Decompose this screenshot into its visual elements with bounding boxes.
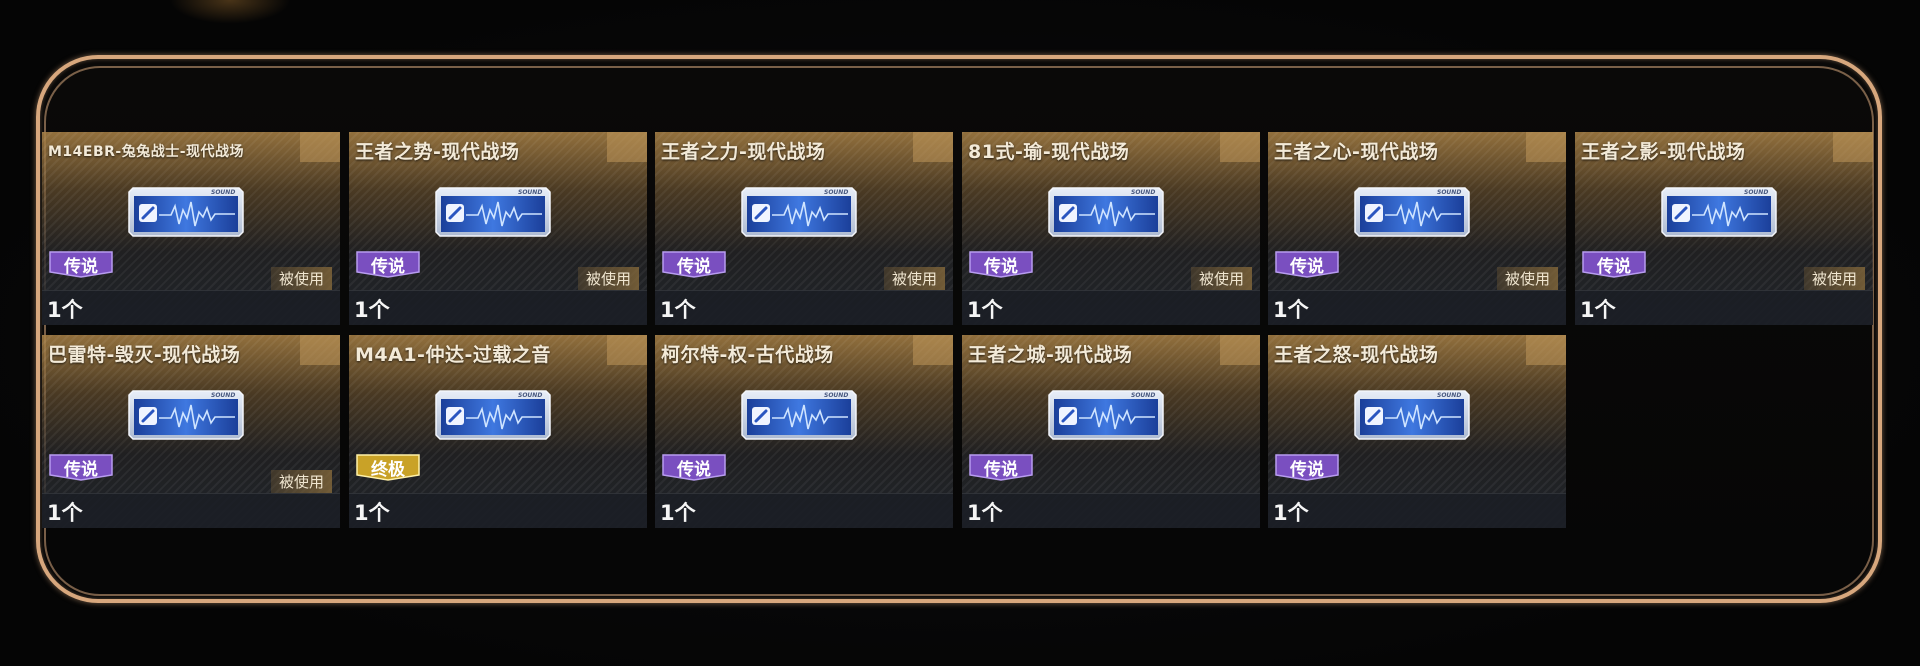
count-bar: 1个 [1575, 290, 1873, 325]
svg-text:SOUND: SOUND [1437, 189, 1461, 196]
status-tag: 被使用 [1496, 267, 1558, 290]
item-count: 1个 [967, 501, 1003, 525]
sound-ticket-icon: SOUND [1354, 390, 1470, 440]
count-bar: 1个 [655, 493, 953, 528]
item-count: 1个 [47, 501, 83, 525]
item-title: 巴雷特-毁灭-现代战场 [48, 344, 241, 366]
card-corner-tab [1220, 132, 1260, 162]
svg-text:SOUND: SOUND [518, 392, 542, 399]
svg-text:SOUND: SOUND [518, 189, 542, 196]
sound-ticket-icon: SOUND [1354, 187, 1470, 237]
sound-ticket-icon: SOUND [741, 390, 857, 440]
item-card-11[interactable]: 王者之怒-现代战场 SOUND 传说 1个 [1268, 335, 1566, 528]
card-corner-tab [300, 132, 340, 162]
rarity-label: 传说 [64, 460, 98, 480]
item-title: 王者之城-现代战场 [968, 344, 1133, 366]
item-card-7[interactable]: 巴雷特-毁灭-现代战场 SOUND 传说 被使用 1个 [42, 335, 340, 528]
item-count: 1个 [660, 298, 696, 322]
item-card-6[interactable]: 王者之影-现代战场 SOUND 传说 被使用 1个 [1575, 132, 1873, 325]
item-count: 1个 [354, 298, 390, 322]
sound-ticket-icon: SOUND [1048, 187, 1164, 237]
item-card-5[interactable]: 王者之心-现代战场 SOUND 传说 被使用 1个 [1268, 132, 1566, 325]
card-corner-tab [1833, 132, 1873, 162]
item-count: 1个 [1273, 501, 1309, 525]
count-bar: 1个 [1268, 493, 1566, 528]
sound-ticket-icon: SOUND [1661, 187, 1777, 237]
item-title: 王者之力-现代战场 [661, 141, 826, 163]
card-corner-tab [913, 335, 953, 365]
rarity-label: 传说 [64, 257, 98, 277]
count-bar: 1个 [42, 290, 340, 325]
sound-ticket-icon: SOUND [435, 187, 551, 237]
status-tag: 被使用 [270, 470, 332, 493]
svg-text:SOUND: SOUND [1437, 392, 1461, 399]
card-corner-tab [1526, 335, 1566, 365]
status-tag: 被使用 [883, 267, 945, 290]
svg-text:SOUND: SOUND [211, 392, 235, 399]
card-corner-tab [1526, 132, 1566, 162]
card-corner-tab [607, 335, 647, 365]
item-title: 王者之怒-现代战场 [1274, 344, 1439, 366]
item-card-8[interactable]: M4A1-仲达-过载之音 SOUND 终极 1个 [349, 335, 647, 528]
card-corner-tab [1220, 335, 1260, 365]
item-title: 王者之影-现代战场 [1581, 141, 1746, 163]
rarity-label: 传说 [677, 460, 711, 480]
count-bar: 1个 [349, 493, 647, 528]
card-corner-tab [913, 132, 953, 162]
count-bar: 1个 [349, 290, 647, 325]
count-bar: 1个 [962, 290, 1260, 325]
svg-text:SOUND: SOUND [1131, 189, 1155, 196]
sound-ticket-icon: SOUND [128, 187, 244, 237]
item-title: 王者之势-现代战场 [355, 141, 520, 163]
item-card-2[interactable]: 王者之势-现代战场 SOUND 传说 被使用 1个 [349, 132, 647, 325]
item-title: 81式-瑜-现代战场 [968, 141, 1130, 163]
rarity-label: 传说 [984, 257, 1018, 277]
item-title: 王者之心-现代战场 [1274, 141, 1439, 163]
card-corner-tab [607, 132, 647, 162]
item-title: M14EBR-兔兔战士-现代战场 [48, 144, 245, 160]
item-count: 1个 [1273, 298, 1309, 322]
rarity-label: 终极 [371, 460, 405, 480]
svg-text:SOUND: SOUND [211, 189, 235, 196]
item-count: 1个 [660, 501, 696, 525]
sound-ticket-icon: SOUND [741, 187, 857, 237]
status-tag: 被使用 [1803, 267, 1865, 290]
rarity-label: 传说 [371, 257, 405, 277]
rarity-label: 传说 [1290, 257, 1324, 277]
item-card-9[interactable]: 柯尔特-权-古代战场 SOUND 传说 1个 [655, 335, 953, 528]
item-card-3[interactable]: 王者之力-现代战场 SOUND 传说 被使用 1个 [655, 132, 953, 325]
rarity-label: 传说 [1290, 460, 1324, 480]
svg-text:SOUND: SOUND [1744, 189, 1768, 196]
item-card-1[interactable]: M14EBR-兔兔战士-现代战场 SOUND 传说 被使用 1个 [42, 132, 340, 325]
svg-text:SOUND: SOUND [824, 392, 848, 399]
inventory-grid: M14EBR-兔兔战士-现代战场 SOUND 传说 被使用 1个 王者之势-现代… [42, 132, 1882, 532]
svg-text:SOUND: SOUND [1131, 392, 1155, 399]
rarity-label: 传说 [677, 257, 711, 277]
status-tag: 被使用 [1190, 267, 1252, 290]
item-title: M4A1-仲达-过载之音 [355, 344, 551, 366]
item-count: 1个 [967, 298, 1003, 322]
item-count: 1个 [354, 501, 390, 525]
count-bar: 1个 [42, 493, 340, 528]
status-tag: 被使用 [270, 267, 332, 290]
status-tag: 被使用 [577, 267, 639, 290]
count-bar: 1个 [1268, 290, 1566, 325]
sound-ticket-icon: SOUND [1048, 390, 1164, 440]
svg-text:SOUND: SOUND [824, 189, 848, 196]
item-title: 柯尔特-权-古代战场 [661, 344, 834, 366]
rarity-label: 传说 [1597, 257, 1631, 277]
item-card-10[interactable]: 王者之城-现代战场 SOUND 传说 1个 [962, 335, 1260, 528]
count-bar: 1个 [962, 493, 1260, 528]
sound-ticket-icon: SOUND [128, 390, 244, 440]
item-card-4[interactable]: 81式-瑜-现代战场 SOUND 传说 被使用 1个 [962, 132, 1260, 325]
sound-ticket-icon: SOUND [435, 390, 551, 440]
item-count: 1个 [1580, 298, 1616, 322]
card-corner-tab [300, 335, 340, 365]
count-bar: 1个 [655, 290, 953, 325]
rarity-label: 传说 [984, 460, 1018, 480]
item-count: 1个 [47, 298, 83, 322]
